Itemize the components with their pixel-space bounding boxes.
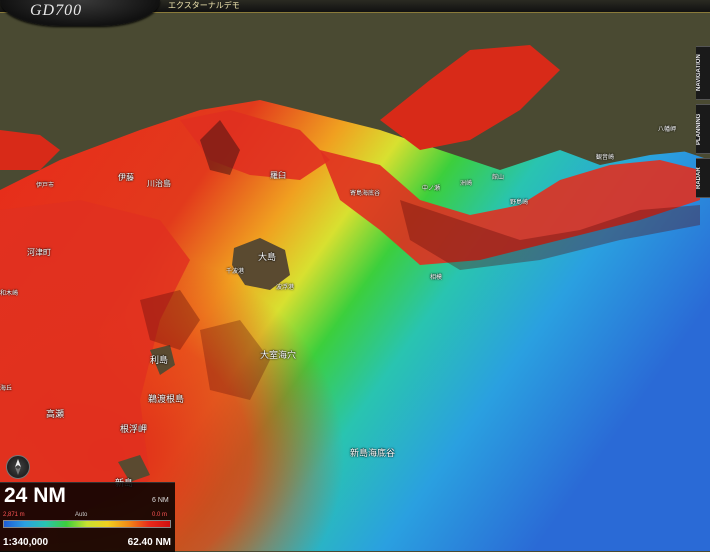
place-label: 観音崎 — [596, 155, 615, 161]
place-label: 大島 — [258, 252, 277, 262]
tab-planning[interactable]: PLANNING — [696, 104, 710, 154]
place-label: 根浮岬 — [120, 424, 148, 434]
place-label: 高瀬 — [46, 409, 65, 419]
place-label: 川治島 — [147, 179, 171, 188]
place-label: 中ノ瀬 — [422, 186, 441, 192]
place-label: 羅臼 — [270, 171, 286, 180]
scale-bar-label: 6 NM — [152, 497, 169, 504]
place-label: 海丘 — [0, 386, 13, 392]
place-label: 千波港 — [226, 269, 245, 275]
place-label: 伊戸市 — [36, 183, 55, 189]
range-readout[interactable]: 24 NM — [4, 484, 66, 508]
place-label: 波浮港 — [276, 285, 295, 291]
place-label: 洲崎 — [460, 181, 473, 187]
depth-mode-label[interactable]: Auto — [75, 512, 87, 518]
tab-navigation[interactable]: NAVIGATION — [696, 46, 710, 100]
place-label: 寄島海底谷 — [350, 191, 381, 197]
place-label: 鵜渡根島 — [148, 394, 185, 404]
window-title: エクスターナルデモ — [168, 1, 240, 10]
depth-max-label: 2,871 m — [3, 512, 25, 518]
compass-icon[interactable] — [6, 455, 30, 479]
place-label: 相模 — [430, 275, 443, 281]
status-panel: 24 NM 6 NM 2,871 m Auto 0.0 m 1:340,000 … — [0, 482, 175, 552]
place-label: 館山 — [492, 175, 505, 181]
place-label: 河津町 — [27, 248, 51, 257]
place-label: 利島 — [150, 355, 169, 365]
depth-color-bar — [3, 520, 171, 528]
tab-radar[interactable]: RADAR — [696, 158, 710, 198]
bathymetry-map[interactable] — [0, 0, 710, 551]
place-label: 和木崎 — [0, 291, 19, 297]
total-range: 62.40 NM — [127, 537, 171, 548]
scale-ratio: 1:340,000 — [3, 537, 49, 548]
place-label: 伊藤 — [118, 173, 134, 182]
place-label: 大室海穴 — [260, 350, 297, 360]
place-label: 野島崎 — [510, 200, 529, 206]
side-tabs: NAVIGATION PLANNING RADAR — [696, 46, 710, 202]
depth-min-label: 0.0 m — [152, 512, 168, 518]
place-label: 新島海底谷 — [350, 448, 396, 458]
app-logo: GD700 — [30, 2, 83, 19]
place-label: 八幡岬 — [658, 127, 677, 133]
